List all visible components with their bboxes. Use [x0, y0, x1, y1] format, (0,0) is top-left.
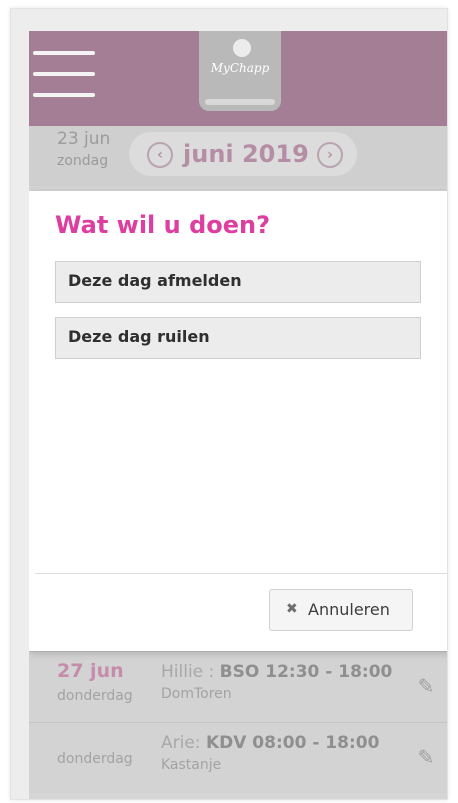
swap-day-button[interactable]: Deze dag ruilen	[55, 317, 421, 359]
list-item[interactable]: 27 jun donderdag Hillie : BSO 12:30 - 18…	[29, 651, 447, 722]
pencil-icon[interactable]: ✎	[412, 743, 440, 771]
close-icon: ✖	[286, 601, 298, 617]
menu-icon[interactable]	[33, 51, 95, 97]
chevron-left-icon[interactable]: ‹	[147, 142, 173, 168]
option-label: Deze dag ruilen	[68, 327, 210, 346]
list-item-weekday: donderdag	[57, 751, 133, 767]
menu-bar	[33, 93, 95, 97]
logo-text: MyChapp	[210, 61, 270, 75]
child-name: Arie:	[161, 733, 206, 753]
dialog-divider	[35, 573, 447, 574]
action-dialog: Wat wil u doen? Deze dag afmelden Deze d…	[29, 191, 447, 651]
list-item-booking: Hillie : BSO 12:30 - 18:00	[161, 662, 392, 682]
app-header: MyChapp	[29, 31, 447, 126]
unsubscribe-day-button[interactable]: Deze dag afmelden	[55, 261, 421, 303]
booking-time: KDV 08:00 - 18:00	[205, 733, 380, 753]
baby-icon	[233, 39, 251, 57]
menu-bar	[33, 72, 95, 76]
screenshot-frame: MyChapp 23 jun zondag ‹ juni 2019 › 27 j…	[10, 8, 448, 800]
cancel-label: Annuleren	[308, 600, 390, 619]
list-item-weekday: donderdag	[57, 688, 133, 704]
list-item-location: Kastanje	[161, 757, 222, 773]
current-day: 23 jun	[57, 129, 111, 149]
cancel-button[interactable]: ✖ Annuleren	[269, 589, 413, 631]
menu-bar	[33, 51, 95, 55]
calendar-bar: 23 jun zondag ‹ juni 2019 ›	[29, 126, 447, 186]
list-item-location: DomToren	[161, 686, 232, 702]
month-label: juni 2019	[183, 140, 309, 168]
option-label: Deze dag afmelden	[68, 271, 242, 290]
dialog-title: Wat wil u doen?	[55, 211, 271, 239]
current-weekday: zondag	[57, 153, 109, 169]
list-item-date: 27 jun	[57, 660, 124, 682]
app-logo: MyChapp	[199, 31, 281, 111]
month-selector: ‹ juni 2019 ›	[129, 132, 357, 176]
chevron-right-icon[interactable]: ›	[317, 142, 343, 168]
app-screen: MyChapp 23 jun zondag ‹ juni 2019 › 27 j…	[29, 31, 447, 799]
list-item[interactable]: donderdag Arie: KDV 08:00 - 18:00 Kastan…	[29, 722, 447, 793]
list-item-booking: Arie: KDV 08:00 - 18:00	[161, 733, 379, 753]
pencil-icon[interactable]: ✎	[412, 672, 440, 700]
child-name: Hillie :	[161, 662, 220, 682]
booking-time: BSO 12:30 - 18:00	[219, 662, 393, 682]
